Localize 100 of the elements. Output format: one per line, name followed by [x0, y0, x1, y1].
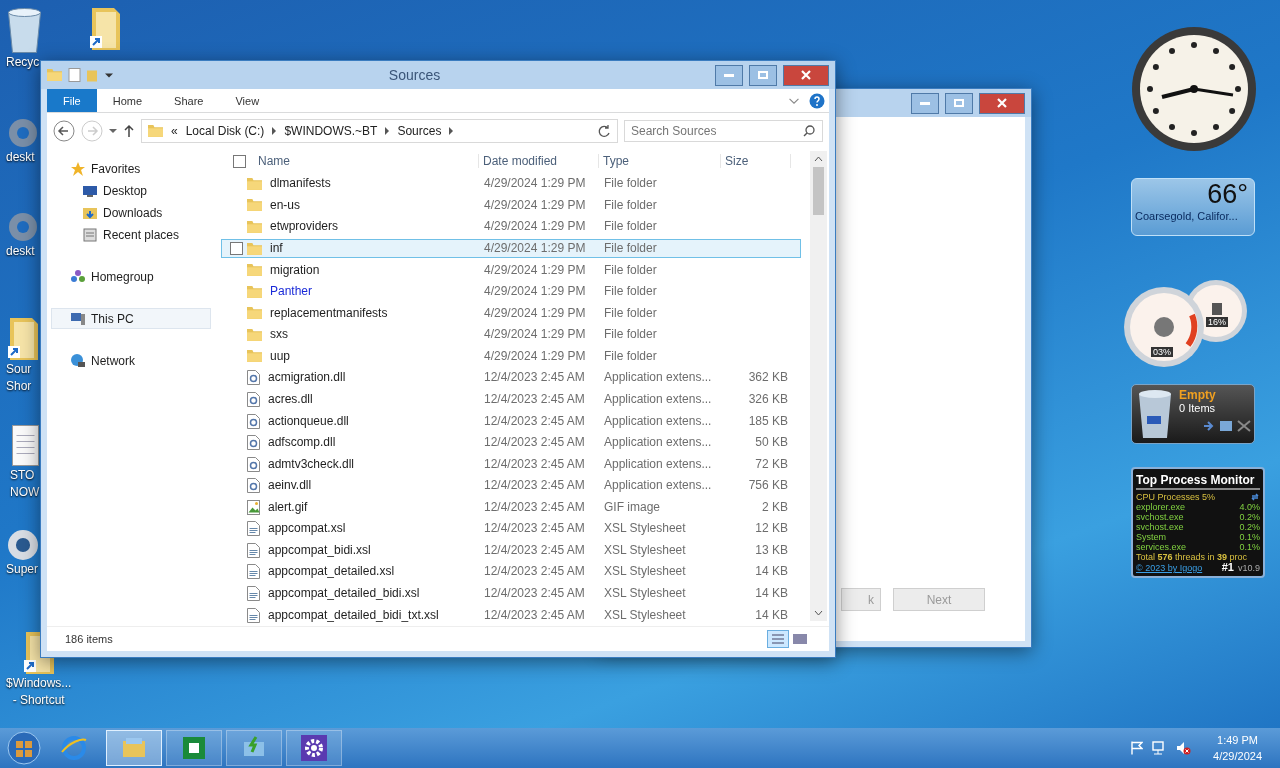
ribbon-tab[interactable]: Share	[158, 89, 220, 112]
taskbar-clock[interactable]: 1:49 PM 4/29/2024	[1213, 732, 1262, 764]
file-row[interactable]: etwproviders 4/29/2024 1:29 PM File folder	[221, 217, 801, 237]
document-icon	[247, 564, 260, 580]
recycle-bin-icon[interactable]	[8, 8, 41, 53]
column-header[interactable]: Type	[603, 154, 629, 168]
file-row[interactable]: acres.dll 12/4/2023 2:45 AM Application extens... 326 KB	[221, 389, 801, 410]
file-row[interactable]: sxs 4/29/2024 1:29 PM File folder	[221, 325, 801, 345]
folder-icon	[247, 328, 262, 341]
desktop-icon-label[interactable]: STO	[10, 468, 35, 483]
nav-item[interactable]: Recent places	[51, 224, 211, 245]
desktop-icon-label[interactable]: Sour	[6, 362, 32, 377]
refresh-icon[interactable]	[1250, 492, 1260, 502]
file-row[interactable]: appcompat_detailed_bidi.xsl 12/4/2023 2:45 AM XSL Stylesheet 14 KB	[221, 583, 801, 604]
notepad-icon[interactable]	[12, 425, 39, 466]
desktop-icon-label[interactable]: Super	[6, 562, 39, 577]
chevron-icon[interactable]	[789, 97, 799, 104]
column-header[interactable]: Date modified	[483, 154, 558, 168]
file-row[interactable]: Panther 4/29/2024 1:29 PM File folder	[221, 281, 801, 302]
process-name: svchost.exe	[1136, 512, 1184, 522]
file-row[interactable]: aeinv.dll 12/4/2023 2:45 AM Application extens... 756 KB	[221, 475, 801, 496]
desktop-icon-label[interactable]: - Shortcut	[12, 693, 65, 708]
close-button[interactable]	[783, 64, 829, 86]
file-row[interactable]: replacementmanifests 4/29/2024 1:29 PM File folder	[221, 303, 801, 323]
gear-file-icon	[247, 391, 260, 407]
file-row[interactable]: adfscomp.dll 12/4/2023 2:45 AM Application extens... 50 KB	[221, 432, 801, 453]
file-row[interactable]: appcompat_bidi.xsl 12/4/2023 2:45 AM XSL Stylesheet 13 KB	[221, 540, 801, 561]
disc-icon[interactable]	[8, 530, 38, 560]
search-field[interactable]: Search Sources	[624, 120, 823, 142]
file-row[interactable]: appcompat_detailed.xsl 12/4/2023 2:45 AM XSL Stylesheet 14 KB	[221, 562, 801, 582]
file-name: inf	[269, 241, 283, 256]
nav-item[interactable]: Desktop	[51, 180, 211, 201]
maximize-button[interactable]	[945, 92, 973, 114]
computer-icon	[70, 310, 86, 327]
folder-shortcut-icon[interactable]	[90, 8, 120, 50]
file-name: replacementmanifests	[269, 305, 388, 321]
flag-icon[interactable]	[1131, 741, 1144, 755]
process-cpu: 0.2%	[1239, 512, 1260, 522]
file-row[interactable]: alert.gif 12/4/2023 2:45 AM GIF image 2 KB	[221, 497, 801, 518]
minimize-button[interactable]	[715, 64, 743, 86]
file-row[interactable]: migration 4/29/2024 1:29 PM File folder	[221, 260, 801, 280]
file-row[interactable]: inf 4/29/2024 1:29 PM File folder	[221, 238, 801, 259]
maximize-icon	[758, 71, 768, 79]
file-name: appcompat_detailed_bidi_txt.xsl	[267, 607, 439, 623]
scrollbar[interactable]	[810, 151, 827, 621]
type-cell-text: File folder	[603, 327, 657, 343]
rank: #1	[1221, 562, 1234, 572]
address-bar[interactable]: « Local Disk (C:) $WINDOWS.~BT Sources	[141, 119, 618, 143]
nav-item[interactable]: Downloads	[51, 202, 211, 223]
start-button[interactable]	[6, 730, 42, 766]
back-button[interactable]	[53, 120, 75, 142]
maximize-button[interactable]	[749, 64, 777, 86]
quick-access-toolbar-icon[interactable]	[68, 68, 114, 82]
type-cell-text: Application extens...	[603, 413, 712, 429]
ribbon-tab[interactable]: File	[47, 89, 97, 112]
nav-item[interactable]: This PC	[51, 308, 211, 329]
help-icon[interactable]	[809, 92, 825, 109]
dropdown-icon[interactable]	[109, 129, 117, 133]
chevron-right-icon[interactable]	[272, 127, 277, 135]
size-cell-text: 185 KB	[747, 413, 789, 429]
file-name: uup	[269, 348, 291, 364]
date-cell-text: 4/29/2024 1:29 PM	[483, 176, 586, 192]
document-icon	[247, 542, 260, 558]
chevron-right-icon[interactable]	[449, 127, 454, 135]
up-arrow-icon[interactable]	[123, 124, 135, 138]
refresh-icon[interactable]	[597, 124, 611, 138]
column-header[interactable]: Size	[725, 154, 749, 168]
chevron-right-icon[interactable]	[385, 127, 390, 135]
column-header[interactable]: Name	[258, 154, 290, 168]
desktop-icon-label[interactable]: Recyc	[6, 55, 40, 70]
folder-shortcut-icon[interactable]	[8, 318, 38, 360]
close-icon	[997, 98, 1007, 108]
nav-item[interactable]: Network	[51, 350, 211, 371]
desktop-icon-label[interactable]: deskt	[6, 150, 35, 165]
type-cell-text: Application extens...	[603, 456, 712, 472]
file-row[interactable]: acmigration.dll 12/4/2023 2:45 AM Application extens... 362 KB	[221, 368, 801, 388]
credit-link[interactable]: © 2023 by Igogo	[1136, 563, 1218, 573]
file-row[interactable]: dlmanifests 4/29/2024 1:29 PM File folder	[221, 174, 801, 194]
file-row[interactable]: appcompat_detailed_bidi_txt.xsl 12/4/2023 2:45 AM XSL Stylesheet 14 KB	[221, 605, 801, 625]
desktop-icon-label[interactable]: NOW	[10, 485, 40, 500]
minimize-button[interactable]	[911, 92, 939, 114]
checkbox[interactable]	[230, 242, 243, 255]
checkbox[interactable]	[233, 154, 246, 168]
bin-actions-icon[interactable]	[1203, 420, 1251, 432]
type-cell-text: File folder	[603, 219, 657, 235]
nav-item[interactable]: Favorites	[51, 158, 211, 179]
close-button[interactable]	[979, 92, 1025, 114]
size-cell-text: 13 KB	[754, 542, 789, 558]
desktop-icon-label[interactable]: $Windows...	[6, 676, 72, 691]
desktop-icon-label[interactable]: Shor	[6, 379, 32, 394]
file-row[interactable]: uup 4/29/2024 1:29 PM File folder	[221, 346, 801, 367]
desktop-icon-label[interactable]: deskt	[6, 244, 35, 259]
file-row[interactable]: en-us 4/29/2024 1:29 PM File folder	[221, 195, 801, 216]
file-row[interactable]: admtv3check.dll 12/4/2023 2:45 AM Application extens... 72 KB	[221, 454, 801, 474]
muted-volume-icon[interactable]	[1175, 740, 1192, 756]
nav-item[interactable]: Homegroup	[51, 266, 211, 287]
file-row[interactable]: actionqueue.dll 12/4/2023 2:45 AM Application extens... 185 KB	[221, 411, 801, 431]
ribbon-tab[interactable]: View	[219, 89, 276, 112]
ribbon-tab[interactable]: Home	[96, 89, 159, 112]
file-row[interactable]: appcompat.xsl 12/4/2023 2:45 AM XSL Stylesheet 12 KB	[221, 519, 801, 539]
